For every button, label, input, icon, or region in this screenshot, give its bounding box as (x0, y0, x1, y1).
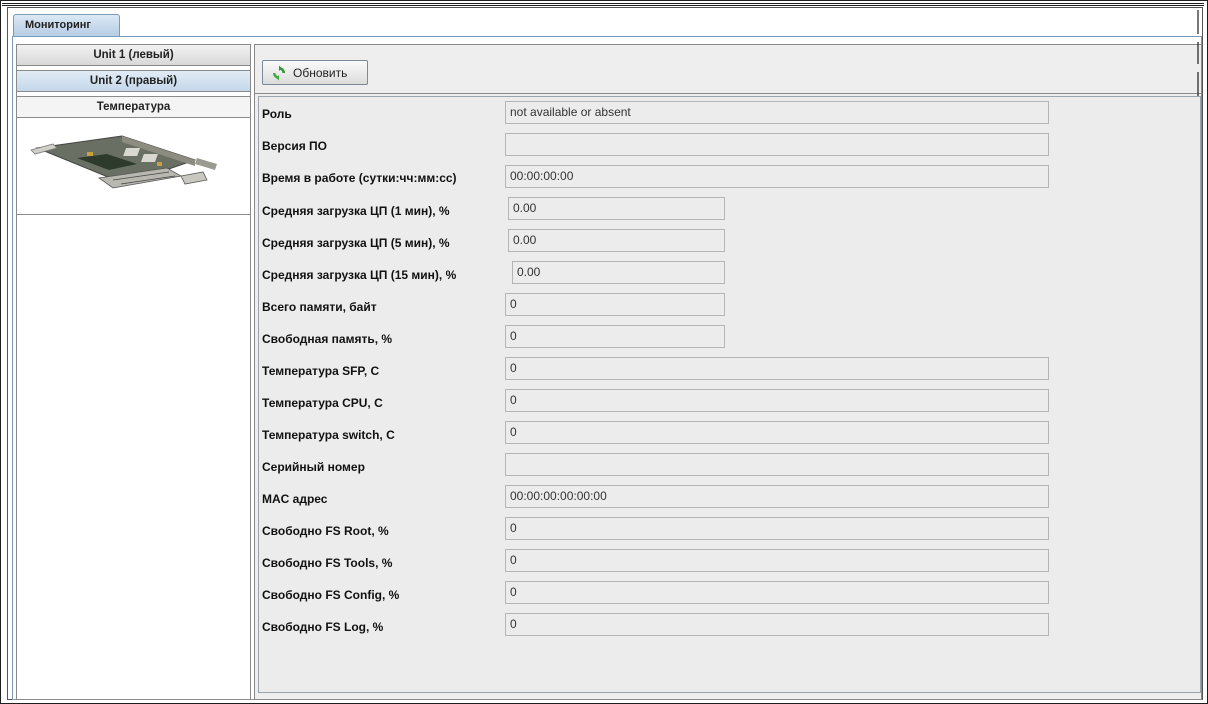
fs-root-free-label: Свободно FS Root, % (262, 524, 389, 538)
refresh-icon (273, 65, 285, 80)
mac-address-field[interactable]: 00:00:00:00:00:00 (505, 485, 1049, 508)
serial-number-field[interactable] (505, 453, 1049, 476)
cpu-load-15min-field[interactable]: 0.00 (512, 261, 725, 284)
mac-address-label: MAC адрес (262, 492, 328, 506)
role-label: Роль (262, 107, 292, 121)
switch-temperature-label: Температура switch, C (262, 428, 395, 442)
total-memory-label: Всего памяти, байт (262, 300, 377, 314)
fs-config-free-field[interactable]: 0 (505, 581, 1049, 604)
tab-temperature[interactable]: Температура (16, 96, 251, 118)
tab-unit1[interactable]: Unit 1 (левый) (16, 44, 251, 66)
sfp-temperature-label: Температура SFP, C (262, 364, 380, 378)
fs-log-free-label: Свободно FS Log, % (262, 620, 384, 634)
free-memory-field[interactable]: 0 (505, 325, 725, 348)
cpu-load-1min-field[interactable]: 0.00 (508, 197, 725, 220)
board-image-box (16, 117, 251, 215)
fs-tools-free-label: Свободно FS Tools, % (262, 556, 393, 570)
sfp-temperature-field[interactable]: 0 (505, 357, 1049, 380)
fs-config-free-label: Свободно FS Config, % (262, 588, 400, 602)
uptime-field[interactable]: 00:00:00:00 (505, 165, 1049, 188)
toolbar-separator (254, 93, 1202, 94)
cpu-temperature-field[interactable]: 0 (505, 389, 1049, 412)
fs-tools-free-field[interactable]: 0 (505, 549, 1049, 572)
total-memory-field[interactable]: 0 (505, 293, 725, 316)
top-border-line-2 (2, 5, 1204, 6)
right-edge-markers (1197, 10, 1199, 96)
switch-temperature-field[interactable]: 0 (505, 421, 1049, 444)
cpu-temperature-label: Температура CPU, C (262, 396, 383, 410)
fs-log-free-field[interactable]: 0 (505, 613, 1049, 636)
cpu-load-15min-label: Средняя загрузка ЦП (15 мин), % (262, 268, 457, 282)
firmware-version-field[interactable] (505, 133, 1049, 156)
cpu-load-5min-label: Средняя загрузка ЦП (5 мин), % (262, 236, 450, 250)
tab-monitoring[interactable]: Мониторинг (13, 14, 120, 36)
fs-root-free-field[interactable]: 0 (505, 517, 1049, 540)
role-field[interactable]: not available or absent (505, 101, 1049, 124)
cpu-load-1min-label: Средняя загрузка ЦП (1 мин), % (262, 204, 450, 218)
board-image (30, 135, 217, 189)
free-memory-label: Свободная память, % (262, 332, 393, 346)
refresh-button-label: Обновить (293, 65, 348, 80)
cpu-load-5min-field[interactable]: 0.00 (508, 229, 725, 252)
refresh-button[interactable]: Обновить (262, 60, 368, 85)
tab-unit2[interactable]: Unit 2 (правый) (16, 70, 251, 92)
top-border-line (2, 3, 1204, 4)
firmware-version-label: Версия ПО (262, 139, 328, 153)
serial-number-label: Серийный номер (262, 460, 365, 474)
uptime-label: Время в работе (сутки:чч:мм:сс) (262, 171, 457, 185)
